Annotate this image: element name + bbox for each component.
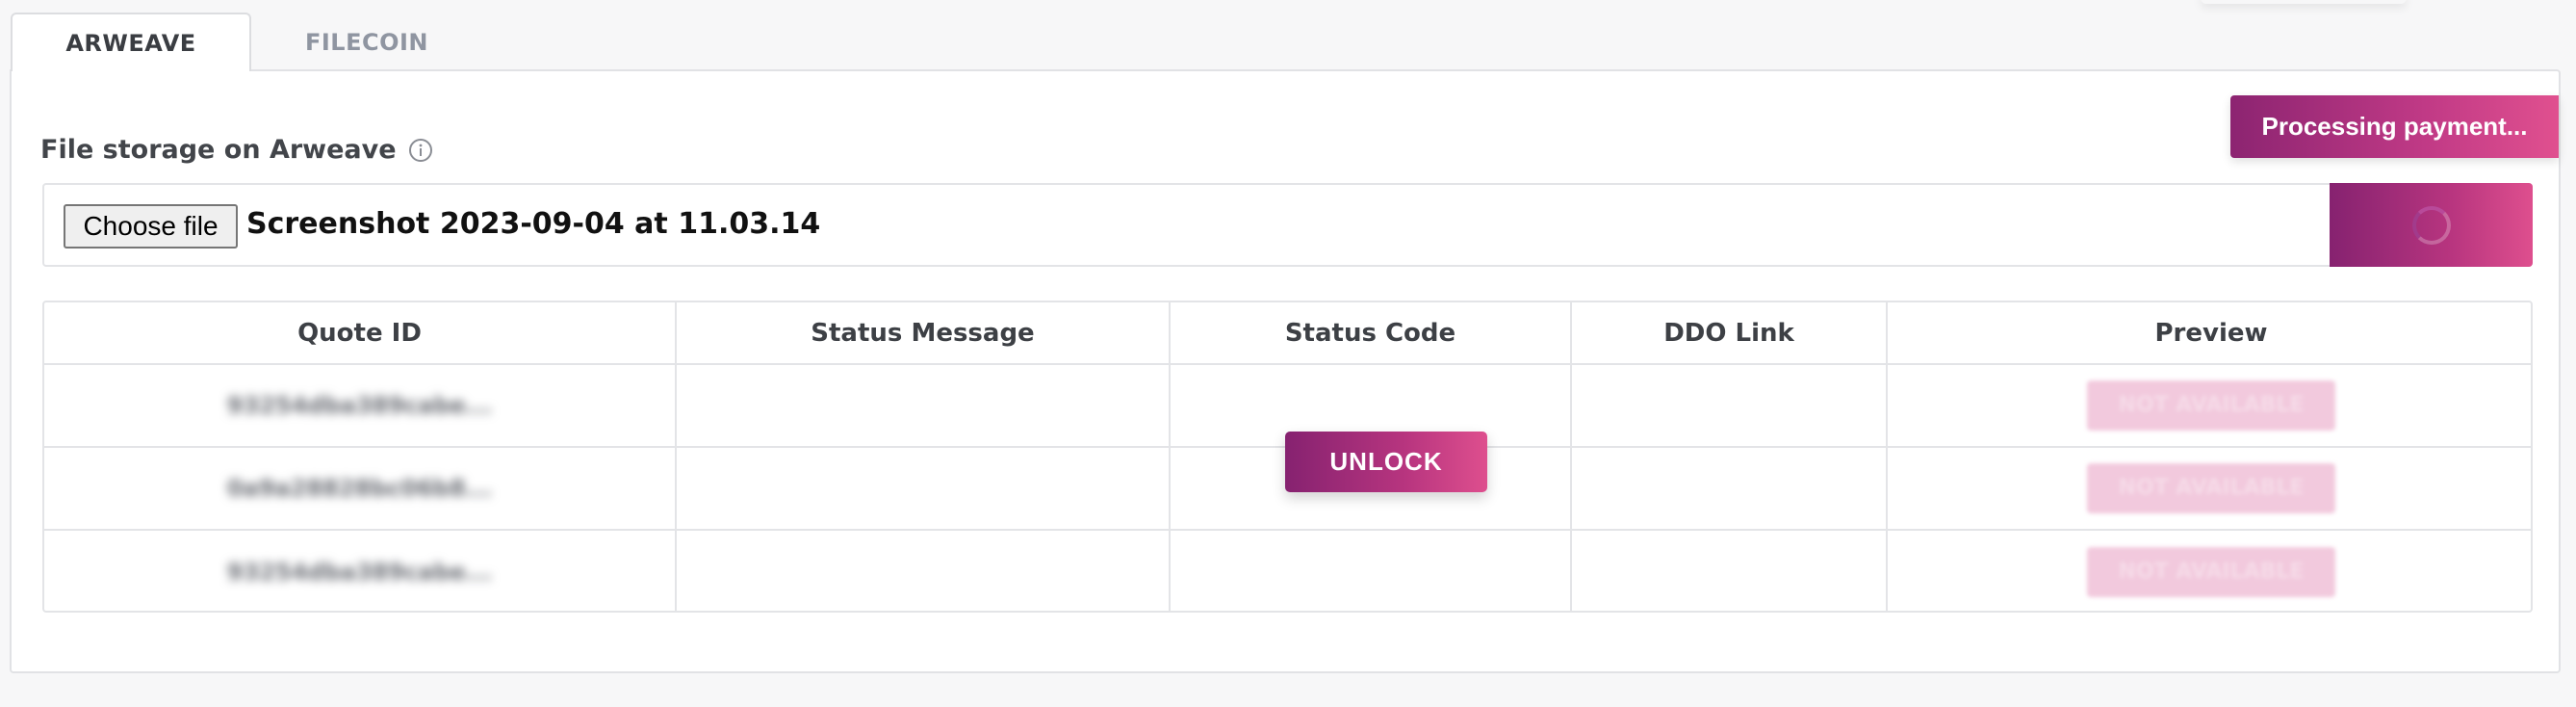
upload-button[interactable] <box>2330 183 2533 267</box>
column-header-status-message: Status Message <box>676 302 1171 365</box>
status-message <box>676 530 1171 611</box>
column-header-quote-id: Quote ID <box>44 302 677 365</box>
tab-arweave[interactable]: ARWEAVE <box>11 13 251 71</box>
column-header-ddo-link: DDO Link <box>1571 302 1888 365</box>
arweave-panel: Processing payment... File storage on Ar… <box>10 69 2561 673</box>
quote-id: 93254dba389cabe... <box>226 392 493 419</box>
ddo-link <box>1571 447 1888 531</box>
storage-page: ARWEAVE FILECOIN Processing payment... F… <box>0 0 2576 707</box>
spinner-icon <box>2411 205 2451 245</box>
column-header-status-code: Status Code <box>1170 302 1572 365</box>
quote-id: 0a9a28828bc06b8... <box>226 475 493 502</box>
preview-not-available-button[interactable]: NOT AVAILABLE <box>2087 463 2335 513</box>
status-code <box>1170 530 1572 611</box>
section-title-text: File storage on Arweave <box>40 135 397 165</box>
section-title: File storage on Arweave <box>40 135 433 165</box>
quote-id: 93254dba389cabe... <box>226 558 493 586</box>
status-message <box>676 447 1171 531</box>
preview-not-available-button[interactable]: NOT AVAILABLE <box>2087 546 2335 597</box>
ddo-link <box>1571 364 1888 448</box>
unlock-button[interactable]: UNLOCK <box>1285 432 1487 492</box>
top-edge-shadow <box>2201 0 2407 4</box>
choose-file-button[interactable]: Choose file <box>64 204 238 249</box>
tab-bar: ARWEAVE FILECOIN <box>11 13 482 71</box>
status-message <box>676 364 1171 448</box>
table-header-row: Quote ID Status Message Status Code DDO … <box>44 302 2531 365</box>
table-row: 93254dba389cabe... NOT AVAILABLE <box>44 530 2531 611</box>
column-header-preview: Preview <box>1887 302 2531 365</box>
preview-not-available-button[interactable]: NOT AVAILABLE <box>2087 380 2335 431</box>
file-input-row: Choose file Screenshot 2023-09-04 at 11.… <box>42 183 2533 267</box>
selected-file-name: Screenshot 2023-09-04 at 11.03.14 <box>246 207 821 241</box>
info-icon[interactable] <box>408 138 433 163</box>
ddo-link <box>1571 530 1888 611</box>
processing-payment-button[interactable]: Processing payment... <box>2230 95 2559 158</box>
tab-filecoin[interactable]: FILECOIN <box>251 13 482 71</box>
